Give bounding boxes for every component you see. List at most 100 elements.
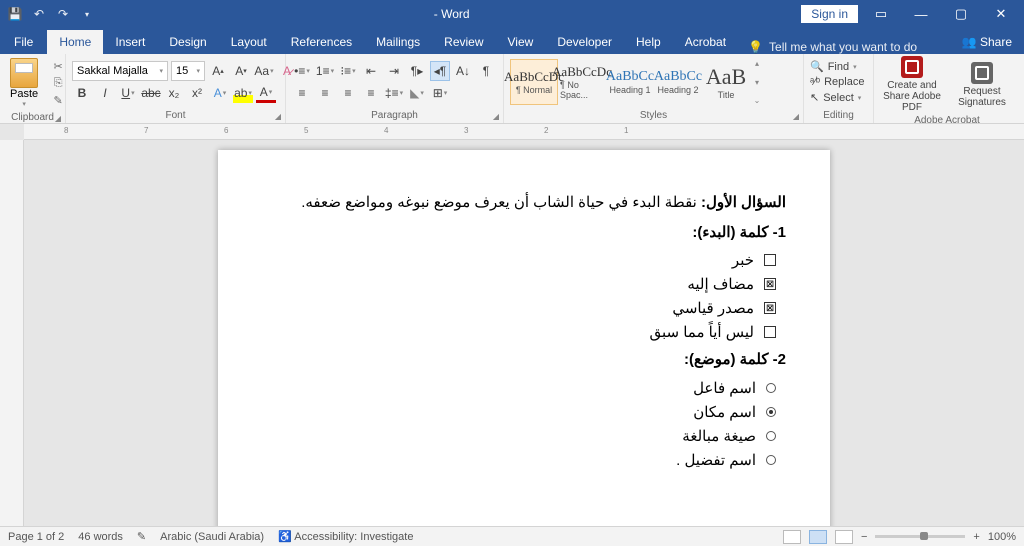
tab-design[interactable]: Design [157,30,218,54]
style-no-spacing[interactable]: AaBbCcDс¶ No Spac... [558,59,606,105]
tab-file[interactable]: File [0,30,47,54]
maximize-button[interactable]: ▢ [944,6,978,22]
sign-in-button[interactable]: Sign in [801,5,858,23]
tab-review[interactable]: Review [432,30,495,54]
redo-icon[interactable]: ↷ [56,7,70,21]
tab-layout[interactable]: Layout [219,30,279,54]
horizontal-ruler[interactable]: 8 7 6 5 4 3 2 1 [24,124,1024,140]
dialog-launcher-icon[interactable]: ◢ [493,112,499,121]
font-name-input[interactable]: Sakkal Majalla▾ [72,61,168,81]
font-color-button[interactable]: A▾ [256,83,276,103]
tab-developer[interactable]: Developer [545,30,624,54]
spell-check-icon[interactable]: ✎ [137,530,146,543]
opt1d: ليس أياً مما سبق [649,323,754,341]
checkbox[interactable]: ⊠ [764,302,776,314]
dialog-launcher-icon[interactable]: ◢ [55,114,61,123]
radio[interactable] [766,383,776,393]
minimize-button[interactable]: — [904,7,938,22]
justify-button[interactable]: ≡ [361,83,381,103]
word-count[interactable]: 46 words [78,531,123,543]
multilevel-button[interactable]: ⁝≡▾ [338,61,358,81]
find-button[interactable]: 🔍Find▾ [810,60,864,73]
ltr-button[interactable]: ¶▸ [407,61,427,81]
show-marks-button[interactable]: ¶ [476,61,496,81]
vertical-ruler[interactable] [0,140,24,526]
increase-indent-button[interactable]: ⇥ [384,61,404,81]
tab-acrobat[interactable]: Acrobat [673,30,738,54]
cut-button[interactable]: ✂ [50,59,66,73]
undo-icon[interactable]: ↶ [32,7,46,21]
tell-me-search[interactable]: 💡 Tell me what you want to do [738,40,927,54]
tab-home[interactable]: Home [47,30,103,54]
checkbox[interactable] [764,326,776,338]
opt1c: مصدر قياسي [672,299,754,317]
paste-button[interactable]: Paste ▾ [6,56,42,110]
highlight-button[interactable]: ab▾ [233,83,253,103]
radio[interactable] [766,407,776,417]
accessibility-status[interactable]: ♿ Accessibility: Investigate [278,530,413,543]
sort-button[interactable]: A↓ [453,61,473,81]
style-title[interactable]: AaBTitle [702,59,750,105]
share-icon: 👥 [962,35,980,49]
qat-dropdown-icon[interactable]: ▾ [80,7,94,21]
page[interactable]: السؤال الأول: نقطة البدء في حياة الشاب أ… [218,150,830,526]
share-button[interactable]: 👥 Share [950,30,1024,54]
create-pdf-button[interactable]: Create and Share Adobe PDF [880,56,944,113]
zoom-in-button[interactable]: + [973,531,979,543]
style-heading1[interactable]: AaBbCсHeading 1 [606,59,654,105]
tab-help[interactable]: Help [624,30,673,54]
document-area[interactable]: السؤال الأول: نقطة البدء في حياة الشاب أ… [24,140,1024,526]
shading-button[interactable]: ◣▾ [407,83,427,103]
zoom-slider[interactable] [875,535,965,538]
tab-mailings[interactable]: Mailings [364,30,432,54]
print-layout-button[interactable] [809,530,827,544]
change-case-button[interactable]: Aa▾ [254,61,274,81]
copy-button[interactable]: ⎘ [50,76,66,90]
bold-button[interactable]: B [72,83,92,103]
radio[interactable] [766,431,776,441]
page-status[interactable]: Page 1 of 2 [8,531,64,543]
select-button[interactable]: ↖Select▾ [810,91,864,104]
tab-view[interactable]: View [496,30,546,54]
shrink-font-button[interactable]: A▾ [231,61,251,81]
zoom-level[interactable]: 100% [988,531,1016,543]
strikethrough-button[interactable]: abc [141,83,161,103]
grow-font-button[interactable]: A▴ [208,61,228,81]
style-heading2[interactable]: AaBbCсHeading 2 [654,59,702,105]
save-icon[interactable]: 💾 [8,7,22,21]
request-signatures-button[interactable]: Request Signatures [950,62,1014,108]
subscript-button[interactable]: x₂ [164,83,184,103]
align-center-button[interactable]: ≡ [315,83,335,103]
language-status[interactable]: Arabic (Saudi Arabia) [160,531,264,543]
replace-button[interactable]: ᵃ⁄ᵇReplace [810,76,864,88]
superscript-button[interactable]: x² [187,83,207,103]
underline-button[interactable]: U▾ [118,83,138,103]
borders-button[interactable]: ⊞▾ [430,83,450,103]
align-left-button[interactable]: ≡ [292,83,312,103]
line-spacing-button[interactable]: ‡≡▾ [384,83,404,103]
ribbon-options-icon[interactable]: ▭ [864,6,898,22]
zoom-out-button[interactable]: − [861,531,867,543]
checkbox[interactable]: ⊠ [764,278,776,290]
italic-button[interactable]: I [95,83,115,103]
rtl-button[interactable]: ◂¶ [430,61,450,81]
web-layout-button[interactable] [835,530,853,544]
tab-insert[interactable]: Insert [103,30,157,54]
align-right-button[interactable]: ≡ [338,83,358,103]
font-size-input[interactable]: 15▾ [171,61,205,81]
styles-scroll[interactable]: ▴▾⌄ [750,59,764,105]
checkbox[interactable] [764,254,776,266]
format-painter-button[interactable]: ✎ [50,93,66,107]
decrease-indent-button[interactable]: ⇤ [361,61,381,81]
text-effects-button[interactable]: A▾ [210,83,230,103]
close-button[interactable]: ✕ [984,6,1018,22]
style-normal[interactable]: AaBbCcDс¶ Normal [510,59,558,105]
dialog-launcher-icon[interactable]: ◢ [275,112,281,121]
radio[interactable] [766,455,776,465]
bullets-button[interactable]: •≡▾ [292,61,312,81]
replace-icon: ᵃ⁄ᵇ [810,76,820,88]
dialog-launcher-icon[interactable]: ◢ [793,112,799,121]
tab-references[interactable]: References [279,30,364,54]
numbering-button[interactable]: 1≡▾ [315,61,335,81]
read-mode-button[interactable] [783,530,801,544]
